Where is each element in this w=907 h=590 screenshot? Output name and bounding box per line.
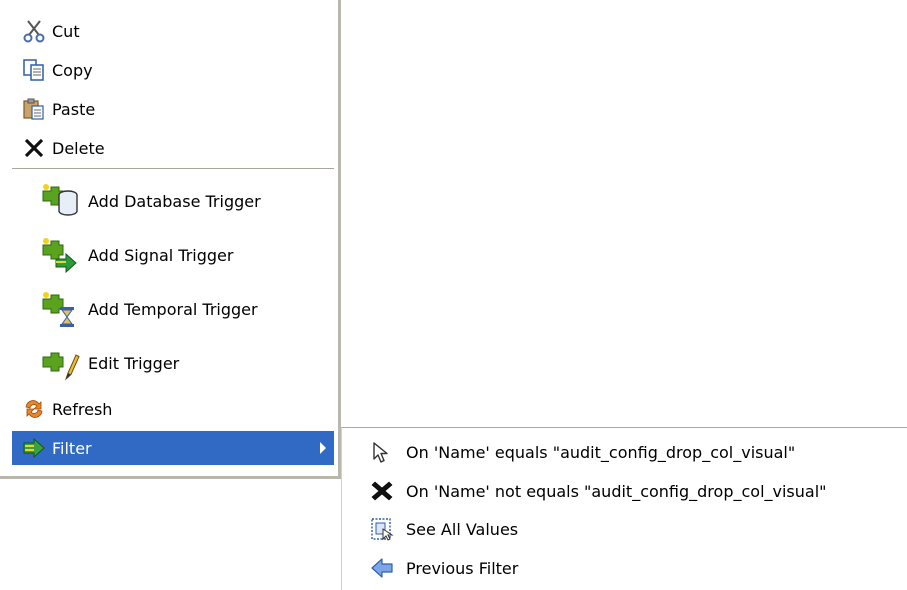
submenu-item-label: On 'Name' not equals "audit_config_drop_… [406,481,827,501]
menu-separator [12,168,334,170]
menu-item-label: Refresh [52,399,113,419]
submenu-item-see-all-values[interactable]: See All Values [370,512,903,546]
menu-item-add-signal-trigger[interactable]: Add Signal Trigger [12,230,334,280]
menu-item-cut[interactable]: Cut [12,14,334,48]
see-all-values-icon [370,515,406,543]
menu-item-label: Cut [52,21,80,41]
menu-item-label: Paste [52,99,96,119]
submenu-item-label: On 'Name' equals "audit_config_drop_col_… [406,442,796,462]
menu-item-copy[interactable]: Copy [12,53,334,87]
refresh-icon [22,395,52,423]
menu-item-edit-trigger[interactable]: Edit Trigger [12,338,334,388]
menu-item-label: Add Signal Trigger [88,245,234,265]
submenu-arrow-icon [320,442,326,454]
cursor-arrow-icon [370,438,406,466]
menu-item-label: Edit Trigger [88,353,180,373]
filter-icon [22,434,52,462]
back-arrow-icon [370,554,406,582]
menu-item-paste[interactable]: Paste [12,92,334,126]
copy-icon [22,56,52,84]
temporal-trigger-icon [40,288,88,330]
context-menu: Cut Copy Paste Delete Add Database Trigg… [0,0,341,479]
edit-trigger-icon [40,342,88,384]
menu-item-label: Copy [52,60,93,80]
submenu-item-label: See All Values [406,519,519,539]
filter-submenu: On 'Name' equals "audit_config_drop_col_… [341,427,907,590]
menu-item-filter[interactable]: Filter [12,431,334,465]
menu-item-add-temporal-trigger[interactable]: Add Temporal Trigger [12,284,334,334]
paste-icon [22,95,52,123]
submenu-item-previous-filter[interactable]: Previous Filter [370,551,903,585]
scissors-icon [22,17,52,45]
menu-item-refresh[interactable]: Refresh [12,392,334,426]
submenu-item-name-not-equals[interactable]: On 'Name' not equals "audit_config_drop_… [370,474,903,508]
submenu-item-label: Previous Filter [406,558,519,578]
database-trigger-icon [40,180,88,222]
submenu-item-name-equals[interactable]: On 'Name' equals "audit_config_drop_col_… [370,435,903,469]
signal-trigger-icon [40,234,88,276]
menu-item-label: Add Database Trigger [88,191,261,211]
menu-item-label: Add Temporal Trigger [88,299,258,319]
menu-item-add-database-trigger[interactable]: Add Database Trigger [12,176,334,226]
black-x-icon [370,477,406,505]
delete-x-icon [22,134,52,162]
menu-item-label: Delete [52,138,105,158]
menu-item-label: Filter [52,438,92,458]
menu-item-delete[interactable]: Delete [12,131,334,165]
